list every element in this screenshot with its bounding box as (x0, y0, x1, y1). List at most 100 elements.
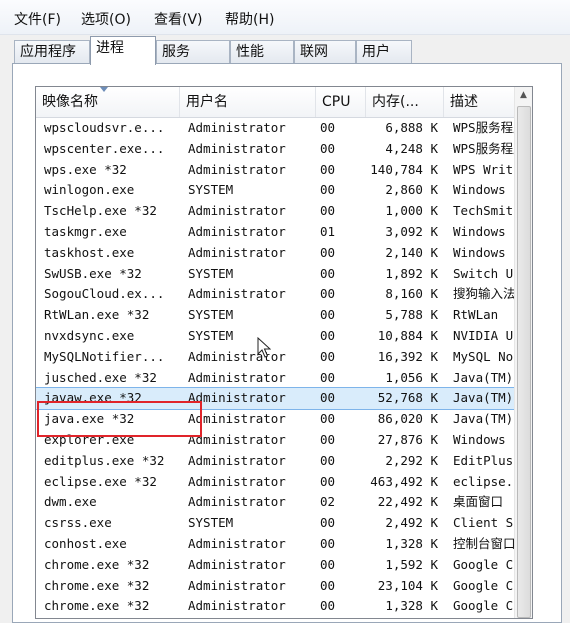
process-name: wpscenter.exe... (44, 140, 165, 156)
process-cpu: 00 (320, 286, 336, 302)
process-user: Administrator (188, 161, 286, 177)
tab-performance[interactable]: 性能 (230, 40, 294, 64)
menu-file[interactable]: 文件(F) (14, 9, 61, 29)
process-memory: 4,248 K (385, 140, 438, 156)
process-cpu: 00 (320, 327, 336, 343)
process-cpu: 00 (320, 515, 336, 531)
process-memory: 2,140 K (385, 244, 438, 260)
process-row[interactable]: chrome.exe *32 Administrator 00 1,328 K Goog… (36, 596, 516, 617)
process-cpu: 00 (320, 577, 336, 593)
process-row[interactable]: chrome.exe *32 Administrator 00 1,592 K Goog… (36, 555, 516, 576)
process-name: SwUSB.exe *32 (44, 265, 142, 281)
process-cpu: 00 (320, 369, 336, 385)
process-description: Google Chrome (453, 577, 516, 593)
process-row[interactable]: java.exe *32 Administrator 00 86,020 K Java(… (36, 409, 516, 430)
tab-processes[interactable]: 进程 (90, 36, 156, 65)
column-image-name[interactable]: 映像名称 (36, 87, 180, 117)
process-description: RtWLan (453, 307, 499, 323)
process-name: javaw.exe *32 (44, 390, 142, 406)
process-row[interactable]: wpscenter.exe... Administrator 00 4,248 K WP… (36, 139, 516, 160)
process-name: explorer.exe (44, 431, 135, 447)
process-cpu: 00 (320, 556, 336, 572)
column-memory[interactable]: 内存(... (366, 87, 444, 117)
process-cpu: 00 (320, 182, 336, 198)
process-row[interactable]: MySQLNotifier... Administrator 00 16,392 K M… (36, 347, 516, 368)
process-name: chrome.exe *32 (44, 556, 150, 572)
scroll-up-icon[interactable]: ▲ (515, 87, 532, 104)
sort-indicator-icon (100, 87, 108, 92)
process-user: Administrator (188, 431, 286, 447)
vertical-scrollbar[interactable]: ▲ (514, 87, 532, 618)
process-list[interactable]: 映像名称 用户名 CPU 内存(... 描述 wpscloudsvr.e... A… (35, 86, 533, 619)
column-cpu[interactable]: CPU (316, 87, 366, 117)
process-user: SYSTEM (188, 327, 234, 343)
process-memory: 140,784 K (370, 161, 438, 177)
process-description: Google Chrome (453, 556, 516, 572)
process-row[interactable]: SwUSB.exe *32 SYSTEM 00 1,892 K Switch USB (36, 264, 516, 285)
menu-view[interactable]: 查看(V) (154, 9, 203, 29)
process-user: Administrator (188, 140, 286, 156)
process-user: Administrator (188, 223, 286, 239)
process-row[interactable]: taskmgr.exe Administrator 01 3,092 K Windows (36, 222, 516, 243)
process-row[interactable]: eclipse.exe *32 Administrator 00 463,492 K e… (36, 472, 516, 493)
process-user: Administrator (188, 494, 286, 510)
process-row[interactable]: SogouCloud.ex... Administrator 00 8,160 K 搜狗… (36, 284, 516, 305)
process-user: SYSTEM (188, 515, 234, 531)
process-memory: 22,492 K (377, 494, 438, 510)
process-row[interactable]: editplus.exe *32 Administrator 00 2,292 K Ed… (36, 451, 516, 472)
process-user: Administrator (188, 577, 286, 593)
process-memory: 3,092 K (385, 223, 438, 239)
process-name: chrome.exe *32 (44, 598, 150, 614)
menu-options[interactable]: 选项(O) (81, 9, 131, 29)
process-cpu: 00 (320, 390, 336, 406)
process-row[interactable]: winlogon.exe SYSTEM 00 2,860 K Windows (36, 180, 516, 201)
process-row[interactable]: TscHelp.exe *32 Administrator 00 1,000 K Tec… (36, 201, 516, 222)
column-user-name[interactable]: 用户名 (180, 87, 316, 117)
process-cpu: 00 (320, 140, 336, 156)
process-memory: 1,328 K (385, 598, 438, 614)
process-row[interactable]: jusched.exe *32 Administrator 00 1,056 K Jav… (36, 368, 516, 389)
tab-applications[interactable]: 应用程序 (14, 40, 90, 64)
process-row[interactable]: dwm.exe Administrator 02 22,492 K 桌面窗口 (36, 492, 516, 513)
mouse-cursor-icon (257, 337, 271, 358)
process-user: Administrator (188, 244, 286, 260)
process-description: Windows (453, 223, 506, 239)
process-memory: 1,056 K (385, 369, 438, 385)
process-memory: 6,888 K (385, 120, 438, 135)
scroll-thumb[interactable] (517, 106, 531, 618)
process-row[interactable]: wpscloudsvr.e... Administrator 00 6,888 K WP… (36, 118, 516, 139)
process-name: MySQLNotifier... (44, 348, 165, 364)
process-name: java.exe *32 (44, 411, 135, 427)
process-description: Java(TM) (453, 369, 514, 385)
process-user: Administrator (188, 598, 286, 614)
tab-services[interactable]: 服务 (156, 40, 230, 64)
process-description: WPS服务程序 (453, 120, 516, 135)
tab-bar: 应用程序 进程 服务 性能 联网 用户 (0, 34, 570, 65)
process-cpu: 00 (320, 244, 336, 260)
process-name: SogouCloud.ex... (44, 286, 165, 302)
process-memory: 1,000 K (385, 203, 438, 219)
process-memory: 5,788 K (385, 307, 438, 323)
process-user: Administrator (188, 535, 286, 551)
process-cpu: 00 (320, 535, 336, 551)
process-row[interactable]: explorer.exe Administrator 00 27,876 K Windo… (36, 430, 516, 451)
process-row[interactable]: wps.exe *32 Administrator 00 140,784 K WPS W… (36, 160, 516, 181)
process-row[interactable]: chrome.exe *32 Administrator 00 23,104 K Goo… (36, 576, 516, 597)
process-user: SYSTEM (188, 182, 234, 198)
tab-networking[interactable]: 联网 (294, 40, 356, 64)
process-name: winlogon.exe (44, 182, 135, 198)
process-row[interactable]: javaw.exe *32 Administrator 00 52,768 K Java… (36, 387, 517, 411)
process-description: WPS服务程序 (453, 140, 516, 156)
process-row[interactable]: taskhost.exe Administrator 00 2,140 K Window… (36, 243, 516, 264)
process-row[interactable]: nvxdsync.exe SYSTEM 00 10,884 K NVIDIA User (36, 326, 516, 347)
process-row[interactable]: RtWLan.exe *32 SYSTEM 00 5,788 K RtWLan (36, 305, 516, 326)
process-row[interactable]: csrss.exe SYSTEM 00 2,492 K Client Server (36, 513, 516, 534)
process-row[interactable]: conhost.exe Administrator 00 1,328 K 控制台窗口 (36, 534, 516, 555)
process-description: 桌面窗口 (453, 494, 504, 510)
process-description: Windows (453, 182, 506, 198)
process-name: dwm.exe (44, 494, 97, 510)
menu-help[interactable]: 帮助(H) (225, 9, 274, 29)
column-description[interactable]: 描述 (444, 87, 516, 117)
process-cpu: 00 (320, 265, 336, 281)
tab-users[interactable]: 用户 (356, 40, 412, 64)
